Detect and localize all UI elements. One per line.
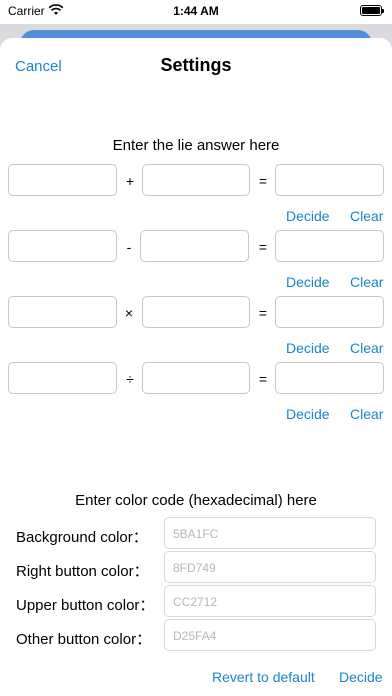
other-button-color-label: Other button color：: [16, 631, 152, 648]
divide-operator: ÷: [126, 371, 134, 387]
revert-to-default-button[interactable]: Revert to default: [212, 669, 315, 685]
decide-button[interactable]: Decide: [286, 208, 330, 224]
page-title: Settings: [160, 55, 232, 75]
lie-section-title: Enter the lie answer here: [112, 137, 280, 154]
lie-operand-2-input[interactable]: [142, 296, 250, 328]
lie-operand-2-input[interactable]: [142, 362, 250, 394]
equals-sign: =: [258, 239, 268, 255]
clear-button[interactable]: Clear: [350, 340, 383, 356]
status-time: 1:44 AM: [173, 4, 219, 18]
lie-answer-input[interactable]: [275, 230, 384, 262]
equals-sign: =: [258, 371, 268, 387]
decide-button[interactable]: Decide: [286, 274, 330, 290]
right-button-color-input[interactable]: 8FD749: [164, 551, 376, 583]
lie-operand-2-input[interactable]: [140, 230, 249, 262]
color-section-title: Enter color code (hexadecimal) here: [75, 492, 317, 509]
other-button-color-input[interactable]: D25FA4: [164, 619, 376, 651]
upper-button-color-input[interactable]: CC2712: [164, 585, 376, 617]
background-color-label: Background color：: [16, 529, 148, 546]
status-bar: Carrier 1:44 AM: [0, 0, 392, 24]
lie-answer-input[interactable]: [275, 362, 384, 394]
lie-operand-1-input[interactable]: [8, 296, 117, 328]
clear-button[interactable]: Clear: [350, 406, 383, 422]
lie-operand-1-input[interactable]: [8, 362, 117, 394]
battery-icon: [360, 5, 384, 16]
lie-operand-1-input[interactable]: [8, 164, 117, 196]
lie-answer-input[interactable]: [275, 164, 384, 196]
right-button-color-label: Right button color：: [16, 563, 149, 580]
lie-operand-2-input[interactable]: [142, 164, 250, 196]
decide-button[interactable]: Decide: [286, 406, 330, 422]
equals-sign: =: [258, 173, 268, 189]
clear-button[interactable]: Clear: [350, 208, 383, 224]
multiply-operator: ×: [124, 305, 134, 321]
decide-button[interactable]: Decide: [286, 340, 330, 356]
lie-answer-input[interactable]: [275, 296, 384, 328]
background-color-input[interactable]: 5BA1FC: [164, 517, 376, 549]
upper-button-color-label: Upper button color：: [16, 597, 155, 614]
plus-operator: +: [125, 173, 135, 189]
clear-button[interactable]: Clear: [350, 274, 383, 290]
nav-bar: Cancel Settings: [0, 38, 392, 94]
color-decide-button[interactable]: Decide: [339, 669, 383, 685]
lie-operand-1-input[interactable]: [8, 230, 117, 262]
equals-sign: =: [258, 305, 268, 321]
settings-sheet: Cancel Settings Enter the lie answer her…: [0, 38, 392, 696]
minus-operator: -: [126, 239, 132, 255]
